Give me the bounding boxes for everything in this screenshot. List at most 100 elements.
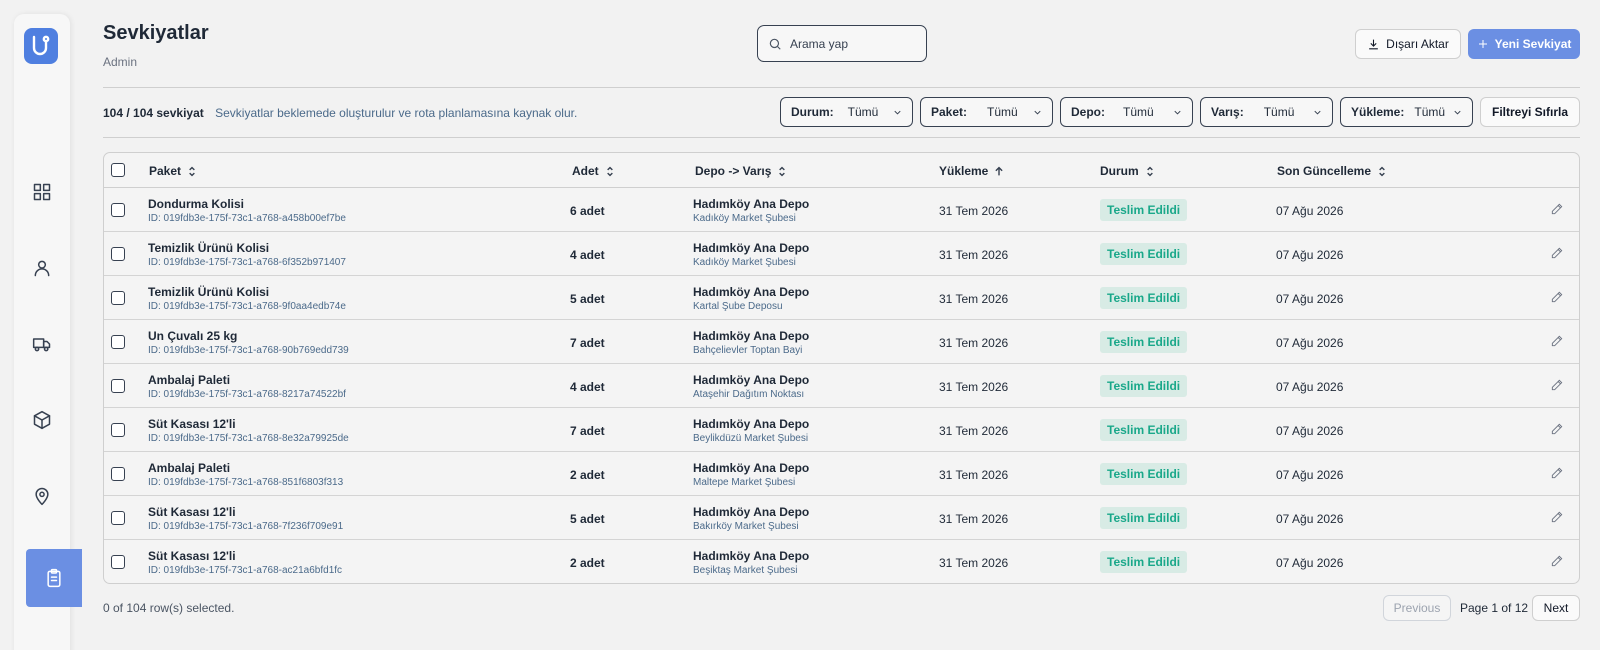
updated-date: 07 Ağu 2026 (1276, 512, 1344, 526)
column-header-loading[interactable]: Yükleme (939, 164, 1004, 178)
loading-date: 31 Tem 2026 (939, 380, 1009, 394)
destination: Beylikdüzü Market Şubesi (693, 433, 809, 444)
table-row[interactable]: Süt Kasası 12'li ID: 019fdb3e-175f-73c1-a… (104, 496, 1579, 540)
plus-icon (1478, 40, 1487, 48)
select-all-checkbox[interactable] (111, 163, 125, 177)
clipboard-icon[interactable] (26, 549, 82, 607)
quantity: 4 adet (570, 380, 605, 394)
loading-date: 31 Tem 2026 (939, 468, 1009, 482)
package-name: Süt Kasası 12'li (148, 417, 236, 431)
user-icon[interactable] (28, 254, 56, 282)
edit-icon[interactable] (1550, 202, 1564, 216)
filter-depot[interactable]: Depo: Tümü (1060, 97, 1193, 127)
updated-date: 07 Ağu 2026 (1276, 336, 1344, 350)
sort-icon (1379, 166, 1385, 176)
search-box[interactable] (757, 25, 927, 62)
selection-status: 0 of 104 row(s) selected. (103, 601, 235, 615)
truck-icon[interactable] (28, 330, 56, 358)
table-body: Dondurma Kolisi ID: 019fdb3e-175f-73c1-a7… (104, 188, 1579, 583)
quantity: 7 adet (570, 336, 605, 350)
destination: Maltepe Market Şubesi (693, 477, 796, 488)
destination: Kartal Şube Deposu (693, 301, 783, 312)
table-row[interactable]: Süt Kasası 12'li ID: 019fdb3e-175f-73c1-a… (104, 540, 1579, 583)
shipments-table: Paket Adet Depo -> Varış Yükleme Durum S… (103, 152, 1580, 584)
column-label: Son Güncelleme (1277, 164, 1372, 178)
filter-destination[interactable]: Varış: Tümü (1200, 97, 1333, 127)
column-header-route[interactable]: Depo -> Varış (695, 164, 787, 178)
row-checkbox[interactable] (111, 335, 125, 349)
package-id: ID: 019fdb3e-175f-73c1-a768-7f236f709e91 (148, 521, 344, 532)
row-checkbox[interactable] (111, 291, 125, 305)
quantity: 2 adet (570, 556, 605, 570)
filter-value: Tümü (1414, 105, 1446, 119)
table-row[interactable]: Temizlik Ürünü Kolisi ID: 019fdb3e-175f-7… (104, 232, 1579, 276)
edit-icon[interactable] (1550, 554, 1564, 568)
table-row[interactable]: Ambalaj Paleti ID: 019fdb3e-175f-73c1-a76… (104, 452, 1579, 496)
destination: Kadıköy Market Şubesi (693, 257, 796, 268)
quantity: 4 adet (570, 248, 605, 262)
origin-depot: Hadımköy Ana Depo (693, 549, 810, 563)
row-checkbox[interactable] (111, 511, 125, 525)
column-label: Depo -> Varış (695, 164, 772, 178)
package-name: Temizlik Ürünü Kolisi (148, 241, 270, 255)
edit-icon[interactable] (1550, 510, 1564, 524)
status-badge: Teslim Edildi (1100, 287, 1188, 309)
table-row[interactable]: Un Çuvalı 25 kg ID: 019fdb3e-175f-73c1-a7… (104, 320, 1579, 364)
new-shipment-button[interactable]: Yeni Sevkiyat (1468, 29, 1580, 59)
chevron-down-icon (894, 110, 901, 115)
package-icon[interactable] (28, 406, 56, 434)
export-button[interactable]: Dışarı Aktar (1355, 29, 1461, 59)
search-input[interactable] (790, 36, 910, 51)
edit-icon[interactable] (1550, 334, 1564, 348)
dashboard-icon[interactable] (28, 178, 56, 206)
filter-package[interactable]: Paket: Tümü (920, 97, 1053, 127)
reset-filters-button[interactable]: Filtreyi Sıfırla (1480, 97, 1580, 127)
destination: Bahçelievler Toptan Bayi (693, 345, 803, 356)
row-checkbox[interactable] (111, 379, 125, 393)
status-badge: Teslim Edildi (1100, 507, 1188, 529)
page-header: Sevkiyatlar Admin (103, 22, 209, 69)
page-info: Page 1 of 12 (1460, 601, 1529, 615)
sort-icon (606, 166, 613, 176)
package-name: Süt Kasası 12'li (148, 505, 236, 519)
table-row[interactable]: Temizlik Ürünü Kolisi ID: 019fdb3e-175f-7… (104, 276, 1579, 320)
table-row[interactable]: Ambalaj Paleti ID: 019fdb3e-175f-73c1-a76… (104, 364, 1579, 408)
column-header-quantity[interactable]: Adet (572, 164, 615, 178)
row-checkbox[interactable] (111, 555, 125, 569)
row-checkbox[interactable] (111, 203, 125, 217)
sort-icon (1146, 166, 1153, 176)
filter-loading[interactable]: Yükleme: Tümü (1340, 97, 1473, 127)
edit-icon[interactable] (1550, 466, 1564, 480)
search-icon (769, 38, 781, 50)
next-page-button[interactable]: Next (1532, 595, 1580, 621)
updated-date: 07 Ağu 2026 (1276, 468, 1344, 482)
filter-value: Tümü (1123, 105, 1154, 119)
table-row[interactable]: Dondurma Kolisi ID: 019fdb3e-175f-73c1-a7… (104, 188, 1579, 232)
quantity: 7 adet (570, 424, 605, 438)
map-pin-icon[interactable] (28, 482, 56, 510)
status-badge: Teslim Edildi (1100, 463, 1188, 485)
edit-icon[interactable] (1550, 290, 1564, 304)
package-name: Dondurma Kolisi (148, 197, 245, 211)
logo-icon[interactable] (24, 28, 58, 64)
chevron-down-icon (1174, 110, 1181, 115)
column-header-status[interactable]: Durum (1100, 164, 1155, 178)
status-badge: Teslim Edildi (1100, 375, 1188, 397)
edit-icon[interactable] (1550, 422, 1564, 436)
previous-page-button[interactable]: Previous (1383, 595, 1451, 621)
status-badge: Teslim Edildi (1100, 243, 1188, 265)
loading-date: 31 Tem 2026 (939, 556, 1009, 570)
column-header-updated[interactable]: Son Güncelleme (1277, 164, 1387, 178)
loading-date: 31 Tem 2026 (939, 248, 1009, 262)
table-row[interactable]: Süt Kasası 12'li ID: 019fdb3e-175f-73c1-a… (104, 408, 1579, 452)
row-checkbox[interactable] (111, 423, 125, 437)
edit-icon[interactable] (1550, 246, 1564, 260)
divider (103, 87, 1580, 88)
column-header-package[interactable]: Paket (149, 164, 197, 178)
filter-status[interactable]: Durum: Tümü (780, 97, 913, 127)
edit-icon[interactable] (1550, 378, 1564, 392)
row-checkbox[interactable] (111, 247, 125, 261)
row-checkbox[interactable] (111, 467, 125, 481)
package-id: ID: 019fdb3e-175f-73c1-a768-6f352b971407 (148, 257, 346, 268)
filter-label: Depo: (1071, 105, 1105, 119)
